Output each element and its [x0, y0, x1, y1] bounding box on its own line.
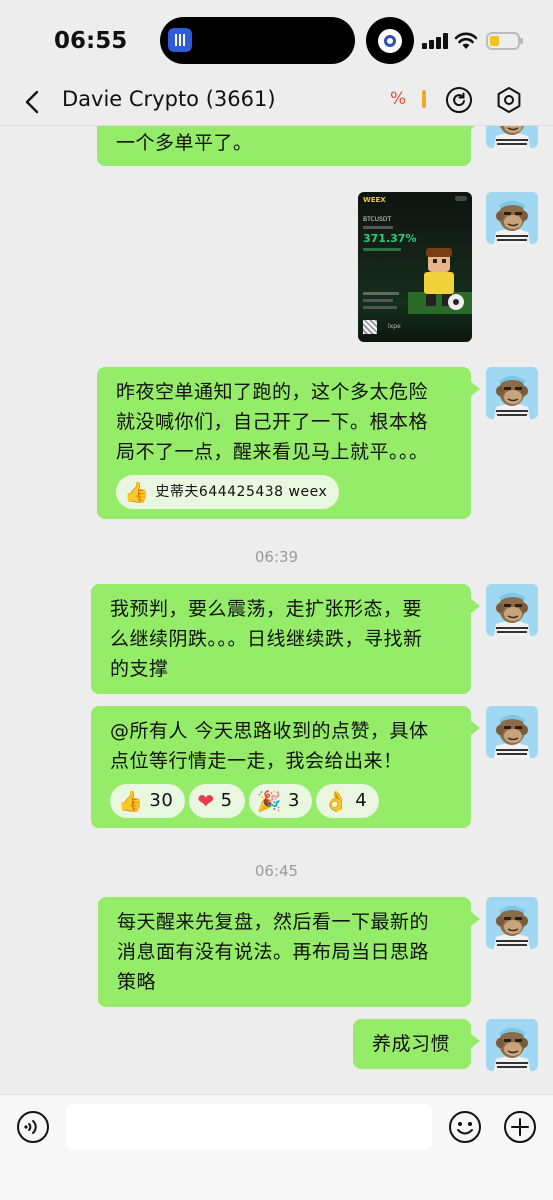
reaction-count: 30: [149, 790, 174, 811]
heart-icon: ❤: [197, 789, 215, 813]
message-text-line: @所有人 今天思路收到的点赞，具体: [110, 720, 429, 742]
message-bubble[interactable]: 我预判，要么震荡，走扩张形态，要 么继续阴跌。。。日线继续跌，寻找新 的支撑: [91, 584, 480, 694]
voice-input-icon[interactable]: [16, 1110, 50, 1144]
ok-hand-icon: 👌: [323, 789, 350, 813]
avatar[interactable]: [486, 584, 538, 636]
percent-indicator: %: [390, 89, 407, 109]
avatar[interactable]: [486, 367, 538, 419]
qr-code-icon: [363, 320, 377, 334]
message-text: 养成习惯: [372, 1033, 451, 1055]
image-meta-line: [363, 299, 393, 302]
message-text-line: 我预判，要么震荡，走扩张形态，要: [110, 598, 423, 620]
reaction-count: 3: [287, 790, 300, 811]
message-text-line: 局不了一点，醒来看见马上就平。。。: [116, 441, 429, 463]
avatar[interactable]: [486, 192, 538, 244]
message-text-line: 就没喊你们，自己开了一下。根本格: [116, 411, 429, 433]
message-text-line: 消息面有没有说法。再布局当日思路: [117, 941, 430, 963]
chat-title: Davie Crypto (3661): [62, 87, 276, 111]
reaction-count: 4: [355, 790, 368, 811]
timestamp: 06:45: [254, 862, 299, 880]
message-bubble[interactable]: 一个多单平了。: [97, 126, 480, 166]
plus-icon[interactable]: [503, 1110, 537, 1144]
message-text-line: 么继续阴跌。。。日线继续跌，寻找新: [110, 628, 423, 650]
image-pair: BTCUSDT: [363, 216, 392, 223]
chat-header: Davie Crypto (3661) %: [0, 78, 553, 126]
message-image[interactable]: WEEX BTCUSDT 371.37% lxpe: [358, 192, 472, 342]
reaction-chip[interactable]: 👌 4: [315, 784, 380, 818]
image-meta-line: [363, 248, 401, 251]
footballer-illustration-icon: [408, 248, 472, 314]
live-activity-icon: [168, 28, 192, 52]
emoji-icon[interactable]: [448, 1110, 482, 1144]
thumbs-up-icon: 👍: [118, 789, 144, 813]
avatar[interactable]: [486, 1019, 538, 1071]
wifi-icon: [454, 32, 478, 49]
status-bar: 06:55: [0, 0, 553, 80]
message-text-line: 每天醒来先复盘，然后看一下最新的: [117, 911, 430, 933]
message-bubble[interactable]: @所有人 今天思路收到的点赞，具体 点位等行情走一走，我会给出来！ 👍 30 ❤…: [91, 706, 480, 828]
reaction-chip[interactable]: 🎉 3: [248, 784, 312, 818]
image-brand: WEEX: [363, 196, 386, 204]
image-meta-line: [363, 292, 399, 295]
reaction-chip[interactable]: ❤ 5: [189, 784, 245, 818]
battery-icon: [486, 32, 523, 50]
message-input-bar: [0, 1094, 553, 1200]
reaction-chip[interactable]: 👍 史蒂夫644425438 weex: [116, 475, 340, 509]
message-text: 一个多单平了。: [116, 132, 253, 154]
message-bubble[interactable]: 昨夜空单通知了跑的，这个多太危险 就没喊你们，自己开了一下。根本格 局不了一点，…: [97, 367, 480, 519]
refresh-circle-icon[interactable]: [444, 85, 474, 115]
reaction-label: 史蒂夫644425438 weex: [155, 484, 328, 500]
back-arrow-icon[interactable]: [18, 86, 48, 118]
party-popper-icon: 🎉: [256, 789, 282, 813]
message-input[interactable]: [66, 1104, 432, 1150]
indicator-bar: [422, 90, 426, 108]
message-text-line: 策略: [117, 971, 157, 993]
dynamic-island-app-icon: [366, 17, 414, 64]
image-close-badge: [455, 196, 467, 201]
message-bubble[interactable]: 养成习惯: [353, 1019, 480, 1069]
status-time: 06:55: [54, 28, 128, 54]
timestamp: 06:39: [254, 548, 299, 566]
message-text-line: 昨夜空单通知了跑的，这个多太危险: [116, 381, 429, 403]
reaction-chip[interactable]: 👍 30: [110, 784, 186, 818]
settings-hexagon-icon[interactable]: [494, 85, 524, 115]
cellular-signal-icon: [422, 33, 448, 49]
message-text-line: 点位等行情走一走，我会给出来！: [110, 750, 403, 772]
image-meta-line: [363, 306, 397, 309]
image-footer: lxpe: [388, 323, 401, 330]
avatar[interactable]: [486, 897, 538, 949]
message-text-line: 的支撑: [110, 658, 169, 680]
image-meta-line: [363, 226, 393, 229]
chat-message-list[interactable]: 一个多单平了。 WEEX BTCUSDT 371.37% lxpe 昨夜空单通知…: [0, 126, 553, 1094]
reaction-count: 5: [220, 790, 233, 811]
avatar[interactable]: [486, 126, 538, 148]
avatar[interactable]: [486, 706, 538, 758]
message-bubble[interactable]: 每天醒来先复盘，然后看一下最新的 消息面有没有说法。再布局当日思路 策略: [98, 897, 480, 1007]
thumbs-up-icon: 👍: [124, 480, 150, 504]
